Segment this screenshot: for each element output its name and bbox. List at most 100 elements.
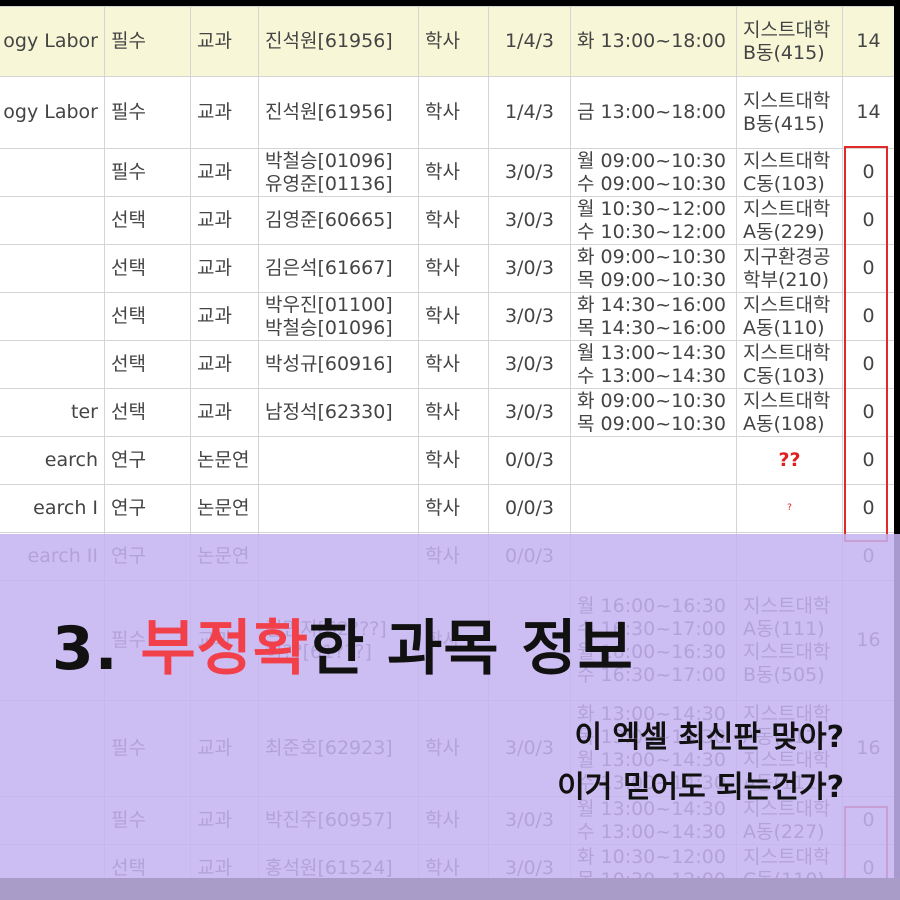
credit-cell[interactable]: 0/0/3 bbox=[488, 484, 571, 533]
professor-cell[interactable]: 박철승[01096] 유영준[01136] bbox=[258, 148, 419, 197]
course-name-cell[interactable] bbox=[0, 148, 105, 197]
division-cell[interactable]: 학사 bbox=[418, 340, 489, 389]
division-cell[interactable]: 학사 bbox=[418, 6, 489, 77]
course-name-cell[interactable]: earch bbox=[0, 436, 105, 485]
headline-number: 3. bbox=[52, 614, 119, 684]
professor-cell[interactable]: 박우진[01100] 박철승[01096] bbox=[258, 292, 419, 341]
course-name-cell[interactable]: ogy Labor bbox=[0, 6, 105, 77]
table-row: earch I 연구 논문연 학사 0/0/3? 0 bbox=[0, 484, 894, 533]
room-cell[interactable]: 지스트대학 C동(103) bbox=[736, 148, 843, 197]
division-cell[interactable]: 학사 bbox=[418, 436, 489, 485]
schedule-cell[interactable]: 화 13:00~18:00 bbox=[570, 6, 737, 77]
enrollment-count-cell[interactable]: 14 bbox=[842, 6, 894, 77]
room-cell[interactable]: 지스트대학 C동(103) bbox=[736, 340, 843, 389]
room-cell[interactable]: ? bbox=[736, 484, 843, 533]
room-cell[interactable]: ?? bbox=[736, 436, 843, 485]
division-cell[interactable]: 학사 bbox=[418, 292, 489, 341]
schedule-cell[interactable]: 화 09:00~10:30 목 09:00~10:30 bbox=[570, 244, 737, 293]
table-row: 필수 교과 박철승[01096] 유영준[01136] 학사 3/0/3 월 09:00~1… bbox=[0, 148, 894, 197]
room-cell[interactable]: 지스트대학 A동(108) bbox=[736, 388, 843, 437]
table-row: 선택 교과 김은석[61667] 학사 3/0/3 화 09:00~10:30 목 09:0… bbox=[0, 244, 894, 293]
credit-cell[interactable]: 0/0/3 bbox=[488, 436, 571, 485]
course-type-cell[interactable]: 선택 bbox=[104, 388, 191, 437]
highlight-box-count-column bbox=[844, 146, 888, 542]
credit-cell[interactable]: 3/0/3 bbox=[488, 340, 571, 389]
category-cell[interactable]: 교과 bbox=[190, 388, 259, 437]
schedule-cell[interactable]: 월 10:30~12:00 수 10:30~12:00 bbox=[570, 196, 737, 245]
schedule-cell[interactable]: 화 14:30~16:00 목 14:30~16:00 bbox=[570, 292, 737, 341]
credit-cell[interactable]: 3/0/3 bbox=[488, 292, 571, 341]
professor-cell[interactable]: 진석원[61956] bbox=[258, 6, 419, 77]
room-cell[interactable]: 지스트대학 B동(415) bbox=[736, 76, 843, 149]
professor-cell[interactable]: 진석원[61956] bbox=[258, 76, 419, 149]
credit-cell[interactable]: 3/0/3 bbox=[488, 388, 571, 437]
table-row: ter 선택 교과 남정석[62330] 학사 3/0/3 화 09:00~10:30 목 0… bbox=[0, 388, 894, 437]
course-type-cell[interactable]: 선택 bbox=[104, 340, 191, 389]
schedule-cell[interactable]: 화 09:00~10:30 목 09:00~10:30 bbox=[570, 388, 737, 437]
small-question-mark-annotation: ? bbox=[787, 503, 792, 513]
subtitle-line-2: 이거 믿어도 되는건가? bbox=[557, 770, 844, 805]
course-type-cell[interactable]: 필수 bbox=[104, 148, 191, 197]
professor-cell[interactable]: 김영준[60665] bbox=[258, 196, 419, 245]
course-type-cell[interactable]: 연구 bbox=[104, 436, 191, 485]
headline-accent: 부정확 bbox=[140, 614, 310, 684]
schedule-cell[interactable]: 월 09:00~10:30 수 09:00~10:30 bbox=[570, 148, 737, 197]
professor-cell[interactable] bbox=[258, 484, 419, 533]
headline: 3. 부정확한 과목 정보 bbox=[52, 600, 634, 687]
room-cell[interactable]: 지스트대학 A동(229) bbox=[736, 196, 843, 245]
table-row: ogy Labor 필수 교과 진석원[61956] 학사 1/4/3 금 13:00~18… bbox=[0, 76, 894, 149]
question-mark-annotation: ?? bbox=[778, 449, 801, 471]
division-cell[interactable]: 학사 bbox=[418, 148, 489, 197]
category-cell[interactable]: 교과 bbox=[190, 76, 259, 149]
course-type-cell[interactable]: 필수 bbox=[104, 76, 191, 149]
category-cell[interactable]: 논문연 bbox=[190, 484, 259, 533]
table-row: ogy Labor 필수 교과 진석원[61956] 학사 1/4/3 화 13:00~18… bbox=[0, 6, 894, 77]
course-type-cell[interactable]: 선택 bbox=[104, 244, 191, 293]
division-cell[interactable]: 학사 bbox=[418, 244, 489, 293]
division-cell[interactable]: 학사 bbox=[418, 484, 489, 533]
room-cell[interactable]: 지스트대학 B동(415) bbox=[736, 6, 843, 77]
division-cell[interactable]: 학사 bbox=[418, 196, 489, 245]
credit-cell[interactable]: 1/4/3 bbox=[488, 6, 571, 77]
course-name-cell[interactable] bbox=[0, 196, 105, 245]
category-cell[interactable]: 교과 bbox=[190, 340, 259, 389]
category-cell[interactable]: 논문연 bbox=[190, 436, 259, 485]
table-row: earch 연구 논문연 학사 0/0/3?? 0 bbox=[0, 436, 894, 485]
schedule-cell[interactable]: 월 13:00~14:30수 13:00~14:30 bbox=[570, 340, 737, 389]
enrollment-count-cell[interactable]: 14 bbox=[842, 76, 894, 149]
professor-cell[interactable]: 김은석[61667] bbox=[258, 244, 419, 293]
schedule-cell[interactable]: 금 13:00~18:00 bbox=[570, 76, 737, 149]
credit-cell[interactable]: 3/0/3 bbox=[488, 148, 571, 197]
division-cell[interactable]: 학사 bbox=[418, 76, 489, 149]
category-cell[interactable]: 교과 bbox=[190, 6, 259, 77]
category-cell[interactable]: 교과 bbox=[190, 244, 259, 293]
subtitle-line-1: 이 엑셀 최신판 맞아? bbox=[574, 720, 844, 755]
course-name-cell[interactable]: ogy Labor bbox=[0, 76, 105, 149]
table-row: 선택 교과 박성규[60916] 학사 3/0/3 월 13:00~14:30 수 13:0… bbox=[0, 340, 894, 389]
bottom-bar bbox=[0, 878, 900, 900]
division-cell[interactable]: 학사 bbox=[418, 388, 489, 437]
category-cell[interactable]: 교과 bbox=[190, 148, 259, 197]
professor-cell[interactable]: 남정석[62330] bbox=[258, 388, 419, 437]
course-type-cell[interactable]: 선택 bbox=[104, 196, 191, 245]
credit-cell[interactable]: 3/0/3 bbox=[488, 196, 571, 245]
course-name-cell[interactable] bbox=[0, 292, 105, 341]
schedule-cell[interactable] bbox=[570, 436, 737, 485]
table-row: 선택 교과 김영준[60665] 학사 3/0/3 월 10:30~12:00 수 10:3… bbox=[0, 196, 894, 245]
professor-cell[interactable]: 박성규[60916] bbox=[258, 340, 419, 389]
course-name-cell[interactable]: ter bbox=[0, 388, 105, 437]
course-type-cell[interactable]: 필수 bbox=[104, 6, 191, 77]
category-cell[interactable]: 교과 bbox=[190, 292, 259, 341]
professor-cell[interactable] bbox=[258, 436, 419, 485]
category-cell[interactable]: 교과 bbox=[190, 196, 259, 245]
credit-cell[interactable]: 1/4/3 bbox=[488, 76, 571, 149]
course-name-cell[interactable] bbox=[0, 340, 105, 389]
course-name-cell[interactable]: earch I bbox=[0, 484, 105, 533]
credit-cell[interactable]: 3/0/3 bbox=[488, 244, 571, 293]
course-type-cell[interactable]: 연구 bbox=[104, 484, 191, 533]
room-cell[interactable]: 지스트대학 A동(110) bbox=[736, 292, 843, 341]
schedule-cell[interactable] bbox=[570, 484, 737, 533]
course-type-cell[interactable]: 선택 bbox=[104, 292, 191, 341]
course-name-cell[interactable] bbox=[0, 244, 105, 293]
room-cell[interactable]: 지구환경공 학부(210) bbox=[736, 244, 843, 293]
